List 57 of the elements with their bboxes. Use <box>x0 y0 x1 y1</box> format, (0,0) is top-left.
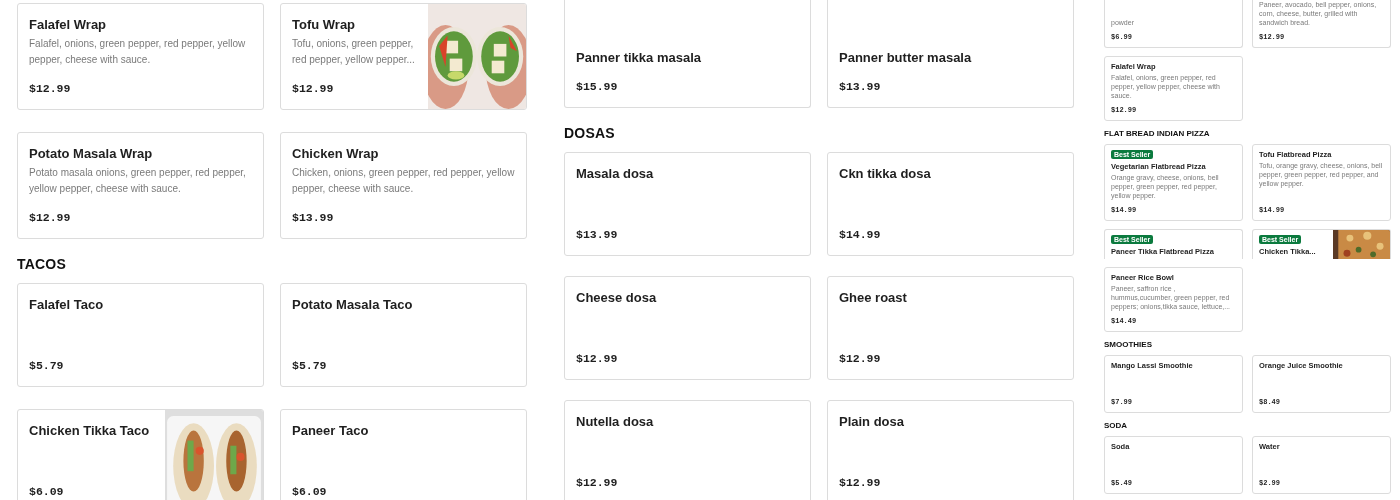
section-heading: TACOS <box>17 256 66 272</box>
item-name: Nutella dosa <box>576 413 654 430</box>
item-price: $5.79 <box>29 358 64 372</box>
section-heading: SODA <box>1104 421 1128 431</box>
item-name: Ckn tikka dosa <box>839 165 931 182</box>
menu-card[interactable]: Tofu Wrap Tofu, onions, green pepper, red pepper, yellow pepper... $12.99 <box>280 3 527 110</box>
menu-card[interactable]: Panner tikka masala $15.99 <box>564 0 811 108</box>
item-description: Tofu, onions, green pepper, red pepper, yellow pepper... <box>292 37 416 67</box>
item-price: $6.09 <box>29 484 64 498</box>
item-name: Falafel Taco <box>29 296 104 313</box>
item-price: $13.99 <box>576 227 618 241</box>
item-name: Falafel Wrap <box>29 16 107 33</box>
item-name: Potato Masala Taco <box>292 296 413 313</box>
item-price: $12.99 <box>576 351 618 365</box>
item-name: Panner tikka masala <box>576 49 702 66</box>
section-heading: SMOOTHIES <box>1104 340 1152 350</box>
menu-card[interactable]: Potato Masala Taco $5.79 <box>280 283 527 387</box>
menu-card[interactable]: Masala dosa $13.99 <box>564 152 811 256</box>
menu-card[interactable]: Falafel Taco $5.79 <box>17 283 264 387</box>
item-name: Chicken Tikka Taco <box>29 422 150 439</box>
menu-card[interactable]: Plain dosa $12.99 <box>827 400 1074 500</box>
item-price: $12.99 <box>839 351 881 365</box>
menu-card[interactable]: Panner butter masala $13.99 <box>827 0 1074 108</box>
menu-card[interactable]: Cheese dosa $12.99 <box>564 276 811 380</box>
item-description: Potato masala onions, green pepper, red pepper, yellow pepper, cheese with sauce. <box>29 166 247 196</box>
item-description: Falafel, onions, green pepper, red pepper, yellow pepper, cheese with sauce. <box>29 37 247 67</box>
item-price: $13.99 <box>839 79 881 93</box>
item-price: $12.99 <box>29 81 71 95</box>
item-name: Cheese dosa <box>576 289 657 306</box>
section-heading: FLAT BREAD INDIAN PIZZA <box>1104 129 1210 139</box>
item-price: $6.09 <box>292 484 327 498</box>
item-price: $12.99 <box>292 81 334 95</box>
item-description: Chicken, onions, green pepper, red pepper, yellow pepper, cheese with sauce. <box>292 166 516 196</box>
item-price: $13.99 <box>292 210 334 224</box>
menu-card[interactable]: Chicken Wrap Chicken, onions, green pepper, red pepper, yellow pepper, cheese with sauce. $13.99 <box>280 132 527 239</box>
item-name: Chicken Wrap <box>292 145 379 162</box>
menu-card[interactable]: Nutella dosa $12.99 <box>564 400 811 500</box>
menu-card[interactable]: Ckn tikka dosa $14.99 <box>827 152 1074 256</box>
item-name: Panner butter masala <box>839 49 972 66</box>
item-price: $15.99 <box>576 79 618 93</box>
item-name: Potato Masala Wrap <box>29 145 153 162</box>
menu-card[interactable]: Falafel Wrap Falafel, onions, green pepper, red pepper, yellow pepper, cheese with sauce. $12.99 <box>17 3 264 110</box>
item-name: Tofu Wrap <box>292 16 356 33</box>
item-name: Ghee roast <box>839 289 907 306</box>
section-heading: DOSAS <box>564 125 615 141</box>
item-price: $12.99 <box>29 210 71 224</box>
menu-card[interactable]: Ghee roast $12.99 <box>827 276 1074 380</box>
item-price: $5.79 <box>292 358 327 372</box>
menu-card[interactable]: Chicken Tikka Taco $6.09 <box>17 409 264 500</box>
menu-card[interactable]: Paneer Taco $6.09 <box>280 409 527 500</box>
item-name: Plain dosa <box>839 413 905 430</box>
item-price: $14.99 <box>839 227 881 241</box>
item-price: $12.99 <box>839 475 881 489</box>
item-price: $12.99 <box>576 475 618 489</box>
item-name: Masala dosa <box>576 165 654 182</box>
item-name: Paneer Taco <box>292 422 369 439</box>
menu-card[interactable]: Potato Masala Wrap Potato masala onions, green pepper, red pepper, yellow pepper, cheese with sauce. $12.99 <box>17 132 264 239</box>
